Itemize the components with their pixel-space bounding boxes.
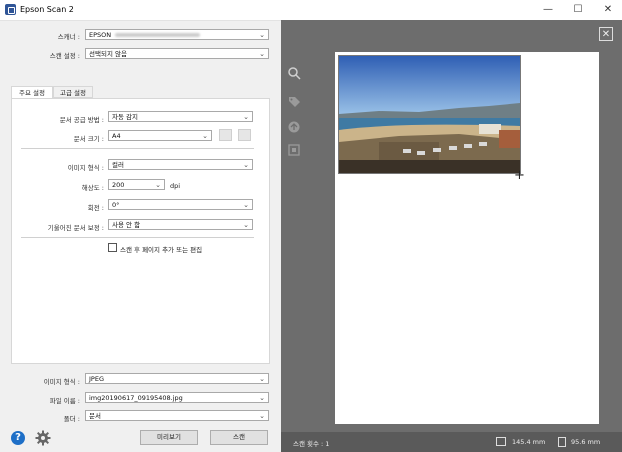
minimize-button[interactable]: — <box>536 2 560 18</box>
divider <box>21 237 254 238</box>
rotate-select[interactable]: 0° ⌄ <box>108 199 253 210</box>
resolution-label: 해상도 : <box>81 184 104 192</box>
scan-settings-select[interactable]: 선택되지 않음 ⌄ <box>85 48 269 59</box>
width-value: 145.4 mm <box>512 438 546 446</box>
chevron-down-icon: ⌄ <box>259 412 265 420</box>
doc-size-select[interactable]: A4 ⌄ <box>108 130 212 141</box>
doc-size-value: A4 <box>112 132 121 140</box>
dpi-unit: dpi <box>170 182 181 190</box>
rotate-icon[interactable] <box>287 120 301 134</box>
chevron-down-icon: ⌄ <box>259 394 265 402</box>
image-format-label: 이미지 형식 : <box>43 378 80 386</box>
preview-button[interactable]: 미리보기 <box>140 430 198 445</box>
chevron-down-icon: ⌄ <box>243 201 249 209</box>
scanner-value: EPSON <box>89 31 112 39</box>
chevron-down-icon: ⌄ <box>243 113 249 121</box>
scan-settings-label: 스캔 설정 : <box>49 52 80 60</box>
tab-advanced-settings[interactable]: 고급 설정 <box>53 86 93 98</box>
width-icon <box>496 437 506 446</box>
folder-label: 폴더 : <box>63 415 80 423</box>
gear-icon[interactable] <box>35 430 51 446</box>
chevron-down-icon: ⌄ <box>259 375 265 383</box>
doc-source-label: 문서 공급 방법 : <box>59 116 104 124</box>
file-name-value: img20190617_09195408.jpg <box>89 394 183 402</box>
skew-label: 기울어진 문서 보정 : <box>47 224 104 232</box>
image-type-value: 컬러 <box>112 161 124 169</box>
doc-source-select[interactable]: 자동 감지 ⌄ <box>108 111 253 122</box>
skew-value: 사용 안 함 <box>112 221 141 229</box>
rotate-label: 회전 : <box>87 204 104 212</box>
skew-select[interactable]: 사용 안 함 ⌄ <box>108 219 253 230</box>
divider <box>21 148 254 149</box>
scan-count: 스캔 횟수 : 1 <box>293 440 330 448</box>
doc-size-label: 문서 크기 : <box>73 135 104 143</box>
height-value: 95.6 mm <box>571 438 601 446</box>
chevron-down-icon: ⌄ <box>243 221 249 229</box>
close-window-button[interactable]: ✕ <box>596 2 620 18</box>
scan-button[interactable]: 스캔 <box>210 430 268 445</box>
rotate-value: 0° <box>112 201 120 209</box>
app-icon <box>5 4 16 15</box>
file-name-select[interactable]: img20190617_09195408.jpg ⌄ <box>85 392 269 403</box>
size-settings-button[interactable] <box>219 129 232 141</box>
resolution-select[interactable]: 200 ⌄ <box>108 179 165 190</box>
zoom-icon[interactable] <box>287 66 301 80</box>
scanner-select[interactable]: EPSON ⌄ <box>85 29 269 40</box>
maximize-button[interactable]: ☐ <box>566 2 590 18</box>
blurred-serial <box>115 33 201 37</box>
folder-value: 문서 <box>89 412 101 420</box>
chevron-down-icon: ⌄ <box>259 50 265 58</box>
chevron-down-icon: ⌄ <box>155 181 161 189</box>
doc-source-value: 자동 감지 <box>112 113 138 121</box>
tag-icon[interactable] <box>287 95 301 109</box>
window-title: Epson Scan 2 <box>20 5 74 14</box>
chevron-down-icon: ⌄ <box>243 161 249 169</box>
status-bar: 스캔 횟수 : 1 145.4 mm 95.6 mm <box>281 432 622 452</box>
scanned-image[interactable] <box>338 55 521 174</box>
chevron-down-icon: ⌄ <box>202 132 208 140</box>
title-bar: Epson Scan 2 — ☐ ✕ <box>0 0 622 21</box>
folder-select[interactable]: 문서 ⌄ <box>85 410 269 421</box>
crop-icon[interactable] <box>287 143 301 157</box>
add-edit-label: 스캔 후 페이지 추가 또는 편집 <box>120 246 203 254</box>
resolution-value: 200 <box>112 181 125 189</box>
size-detect-button[interactable] <box>238 129 251 141</box>
height-icon <box>558 437 566 447</box>
scan-settings-value: 선택되지 않음 <box>89 50 127 58</box>
image-type-label: 이미지 형식 : <box>67 164 104 172</box>
scanner-label: 스캐너 : <box>57 33 80 41</box>
beach-photo <box>339 56 520 173</box>
chevron-down-icon: ⌄ <box>259 31 265 39</box>
help-icon[interactable]: ? <box>11 431 25 445</box>
close-icon[interactable]: ✕ <box>599 27 613 41</box>
image-type-select[interactable]: 컬러 ⌄ <box>108 159 253 170</box>
image-format-select[interactable]: JPEG ⌄ <box>85 373 269 384</box>
image-format-value: JPEG <box>89 375 104 383</box>
add-edit-checkbox[interactable] <box>108 243 117 252</box>
crosshair-icon: + <box>514 168 525 183</box>
file-name-label: 파일 이름 : <box>49 397 80 405</box>
